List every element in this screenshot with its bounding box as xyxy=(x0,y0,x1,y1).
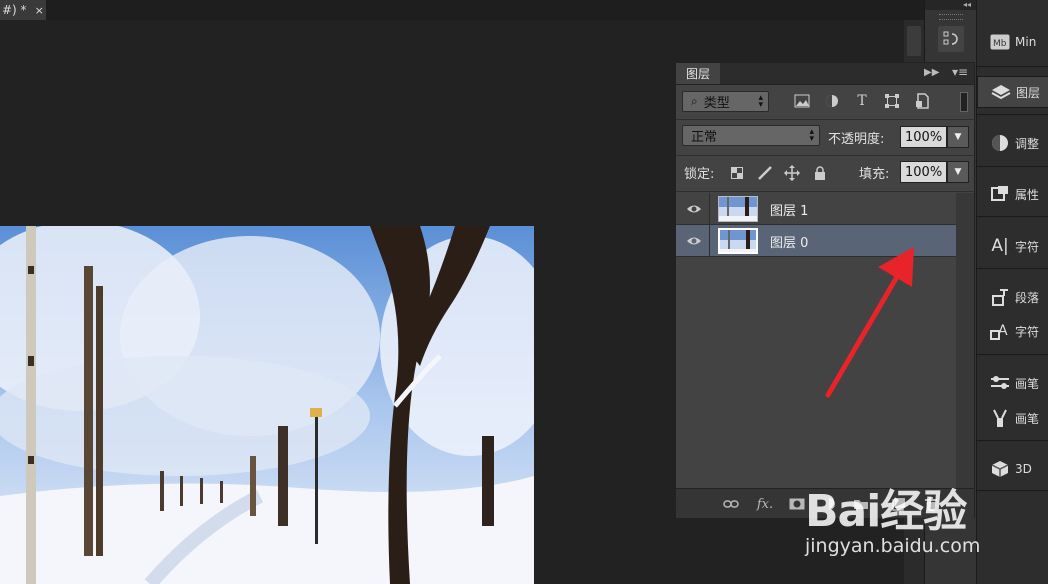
collapsed-panels-column: Mb Min 图层 调整 属性 A| 字符 段落 A 字符 画笔 画笔 3D xyxy=(976,0,1048,584)
panel-label: 段落 xyxy=(1015,290,1040,305)
strip-collapse-icon[interactable]: ◂◂ xyxy=(925,0,977,10)
panel-label: 属性 xyxy=(1015,187,1040,202)
panel-adjustments[interactable]: 调整 xyxy=(977,127,1048,159)
lock-position-icon[interactable] xyxy=(783,164,801,182)
lock-all-icon[interactable] xyxy=(811,164,829,182)
document-tab-bar xyxy=(0,0,924,20)
layer-thumbnail xyxy=(718,228,758,254)
watermark-url: jingyan.baidu.com xyxy=(805,535,981,557)
fill-dropdown-icon[interactable]: ▼ xyxy=(947,161,969,183)
svg-text:Mb: Mb xyxy=(993,39,1007,49)
filter-adjustment-icon[interactable] xyxy=(824,93,840,109)
filter-toggle-switch[interactable] xyxy=(960,92,968,112)
layer-style-fx-icon[interactable]: fx. xyxy=(756,496,774,512)
filter-smart-object-icon[interactable] xyxy=(914,93,930,109)
panel-3d[interactable]: 3D xyxy=(977,453,1048,485)
panel-paragraph[interactable]: 段落 xyxy=(977,281,1048,313)
properties-icon xyxy=(989,183,1011,205)
tab-layers[interactable]: 图层 xyxy=(676,63,720,84)
panel-menu-icon[interactable]: ▾≡ xyxy=(952,65,968,79)
fill-input[interactable]: 100% xyxy=(900,161,947,183)
paragraph-icon xyxy=(989,286,1011,308)
fill-label: 填充: xyxy=(859,167,890,182)
character-icon: A| xyxy=(991,236,1009,256)
opacity-label: 不透明度: xyxy=(828,132,885,147)
watermark-logo: Bai经验 xyxy=(805,486,967,537)
annotation-arrow xyxy=(825,247,914,398)
adjustments-icon xyxy=(989,132,1011,154)
layer-name[interactable]: 图层 1 xyxy=(770,200,808,219)
blend-mode-value: 正常 xyxy=(691,130,718,145)
panel-layers[interactable]: 图层 xyxy=(977,76,1048,108)
link-layers-icon[interactable] xyxy=(722,496,740,512)
svg-text:A: A xyxy=(998,323,1008,339)
panel-label: 画笔 xyxy=(1015,411,1040,426)
panel-label: 画笔 xyxy=(1015,376,1040,391)
lock-transparent-pixels-icon[interactable] xyxy=(728,164,746,182)
document-tab[interactable]: #) * × xyxy=(0,0,46,20)
layer-thumbnail xyxy=(718,196,758,222)
collapse-panel-icon[interactable]: ▶▶ xyxy=(924,67,939,78)
filter-pixel-icon[interactable] xyxy=(794,93,810,109)
panel-label: 字符 xyxy=(1015,324,1040,339)
opacity-dropdown-icon[interactable]: ▼ xyxy=(947,126,969,148)
panel-label: 调整 xyxy=(1015,136,1040,151)
panel-brush-presets[interactable]: 画笔 xyxy=(977,402,1048,434)
filter-shape-icon[interactable] xyxy=(884,93,900,109)
close-tab-icon[interactable]: × xyxy=(35,4,44,17)
add-mask-icon[interactable] xyxy=(788,496,806,512)
panel-label: 3D xyxy=(1015,462,1032,476)
eye-icon[interactable] xyxy=(686,202,702,216)
layer-name[interactable]: 图层 0 xyxy=(770,232,808,251)
panel-label: 字符 xyxy=(1015,239,1040,254)
character-styles-icon: A xyxy=(989,320,1011,342)
history-icon[interactable] xyxy=(938,26,964,52)
panel-minibridge[interactable]: Mb Min xyxy=(977,26,1048,58)
eye-icon[interactable] xyxy=(686,234,702,248)
brush-icon xyxy=(989,372,1011,394)
layers-icon xyxy=(990,81,1012,103)
panel-character-styles[interactable]: A 字符 xyxy=(977,315,1048,347)
panel-properties[interactable]: 属性 xyxy=(977,178,1048,210)
mb-icon: Mb xyxy=(989,31,1011,53)
panel-brush[interactable]: 画笔 xyxy=(977,367,1048,399)
blend-mode-select[interactable]: 正常 ▴ ▾ xyxy=(682,125,820,146)
3d-icon xyxy=(989,458,1011,480)
panel-label: Min xyxy=(1015,35,1037,49)
lock-label: 锁定: xyxy=(684,167,715,182)
search-icon: ⌕ xyxy=(691,94,698,108)
document-tab-label: #) * xyxy=(2,3,27,17)
filter-type-icon[interactable]: T xyxy=(854,93,870,109)
panel-character[interactable]: A| 字符 xyxy=(977,230,1048,262)
filter-kind-value: 类型 xyxy=(703,96,730,111)
document-image xyxy=(0,226,534,584)
panel-label: 图层 xyxy=(1016,85,1041,100)
brush-presets-icon xyxy=(989,407,1011,429)
lock-image-pixels-icon[interactable] xyxy=(756,164,774,182)
opacity-input[interactable]: 100% xyxy=(900,126,947,148)
layer-row[interactable]: 图层 1 xyxy=(676,193,956,225)
layers-panel-tabbar: 图层 ▶▶ ▾≡ xyxy=(676,63,974,85)
filter-kind-select[interactable]: ⌕ 类型 ▴ ▾ xyxy=(682,91,769,112)
layer-list-scrollbar[interactable] xyxy=(956,193,974,488)
